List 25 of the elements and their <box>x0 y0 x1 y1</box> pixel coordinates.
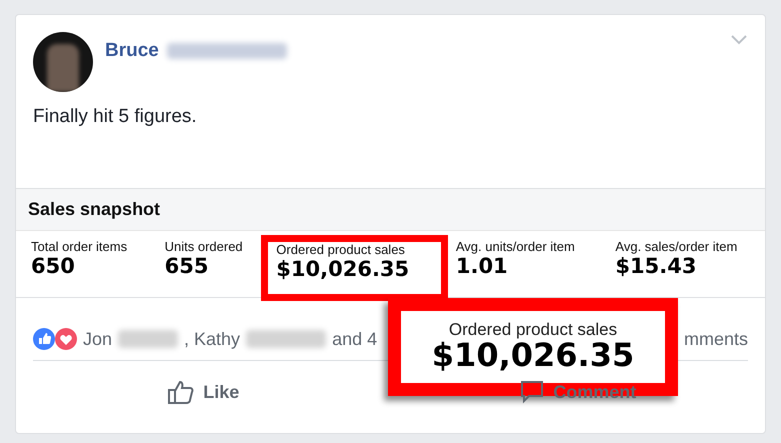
metric-label: Avg. units/order item <box>456 239 576 254</box>
like-reaction-icon[interactable] <box>33 328 55 350</box>
metric-value: 650 <box>31 254 76 278</box>
post-text: Finally hit 5 figures. <box>32 105 198 129</box>
reaction-name[interactable]: , Kathy <box>184 328 240 350</box>
metric-label: Total order items <box>31 239 128 254</box>
blurred-name <box>118 330 178 348</box>
metric-value: 1.01 <box>456 254 509 278</box>
author-name[interactable]: Bruce <box>105 40 159 62</box>
metric-value: $10,026.35 <box>276 257 410 281</box>
callout-value: $10,026.35 <box>432 338 634 374</box>
like-button[interactable]: Like <box>16 361 390 415</box>
reaction-count[interactable]: and 4 <box>332 328 378 350</box>
metric-label: Units ordered <box>164 239 244 254</box>
section-title: Sales snapshot <box>16 189 765 231</box>
metric-value: 655 <box>164 254 210 278</box>
speech-bubble-icon <box>519 380 546 404</box>
heart-reaction-icon[interactable] <box>55 328 77 350</box>
comment-count[interactable]: mments <box>684 328 748 350</box>
callout-label: Ordered product sales <box>448 320 618 338</box>
metric-label: Ordered product sales <box>276 242 406 257</box>
metric-label: Avg. sales/order item <box>615 239 738 254</box>
reaction-name[interactable]: Jon <box>83 328 112 350</box>
metric-value: $15.43 <box>615 254 698 278</box>
thumbs-up-icon <box>167 379 196 405</box>
